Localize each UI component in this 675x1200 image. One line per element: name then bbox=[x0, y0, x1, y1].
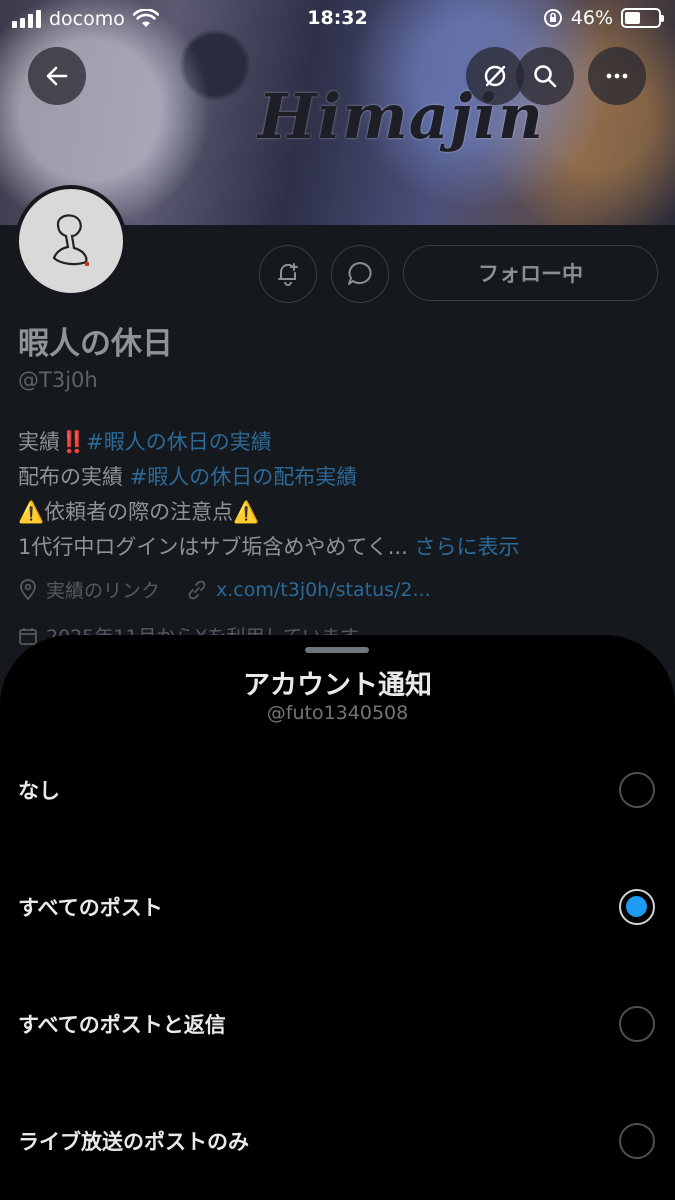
bio-line1-text: 実績 bbox=[18, 430, 60, 454]
battery-percent: 46% bbox=[570, 7, 613, 29]
sheet-title: アカウント通知 bbox=[243, 670, 432, 701]
sheet-grabber[interactable] bbox=[305, 647, 369, 653]
show-more-link[interactable]: さらに表示 bbox=[414, 535, 519, 559]
option-live-posts-only[interactable]: ライブ放送のポストのみ bbox=[0, 1083, 675, 1199]
option-label: ライブ放送のポストのみ bbox=[18, 1130, 249, 1154]
battery-icon bbox=[621, 8, 664, 28]
bio-line2-text: 配布の実績 bbox=[18, 465, 130, 489]
more-icon bbox=[606, 73, 628, 79]
link-icon bbox=[188, 580, 206, 599]
option-label: なし bbox=[18, 779, 60, 803]
double-exclamation-icon: ‼️ bbox=[60, 430, 87, 454]
bio-line3-text: 依頼者の際の注意点 bbox=[44, 500, 234, 524]
more-button[interactable] bbox=[588, 47, 646, 105]
option-label: すべてのポストと返信 bbox=[18, 1013, 226, 1037]
avatar-character-icon bbox=[52, 214, 89, 266]
radio-button[interactable] bbox=[619, 1006, 655, 1042]
warning-icon: ⚠️ bbox=[18, 500, 45, 524]
location-pin-icon bbox=[20, 578, 36, 600]
bio-hashtag-achievements[interactable]: #暇人の休日の実績 bbox=[86, 430, 272, 454]
profile-name: 暇人の休日 bbox=[18, 326, 173, 362]
sheet-subtitle: @futo1340508 bbox=[266, 702, 409, 724]
search-icon bbox=[534, 65, 557, 88]
profile-bio: 実績‼️#暇人の休日の実績 配布の実績 #暇人の休日の配布実績 ⚠️依頼者の際の… bbox=[18, 425, 519, 565]
grok-icon bbox=[484, 65, 506, 87]
calendar-icon bbox=[19, 627, 37, 645]
search-button[interactable] bbox=[516, 47, 574, 105]
bio-hashtag-distribution[interactable]: #暇人の休日の配布実績 bbox=[130, 465, 358, 489]
back-button[interactable] bbox=[28, 47, 86, 105]
message-button[interactable] bbox=[331, 245, 389, 303]
option-all-posts-and-replies[interactable]: すべてのポストと返信 bbox=[0, 966, 675, 1082]
avatar[interactable] bbox=[15, 185, 127, 297]
profile-handle: @T3j0h bbox=[18, 368, 98, 392]
following-button[interactable]: フォロー中 bbox=[403, 245, 658, 301]
account-notifications-sheet: アカウント通知 @futo1340508 なし すべてのポスト すべてのポストと… bbox=[0, 635, 675, 1200]
radio-button[interactable] bbox=[619, 1123, 655, 1159]
option-none[interactable]: なし bbox=[0, 732, 675, 848]
radio-button[interactable] bbox=[619, 772, 655, 808]
profile-location: 実績のリンク bbox=[46, 580, 161, 602]
chat-bubble-icon bbox=[348, 262, 372, 285]
warning-icon: ⚠️ bbox=[233, 500, 260, 524]
option-label: すべてのポスト bbox=[18, 896, 163, 920]
status-bar: docomo 18:32 46% bbox=[0, 0, 675, 38]
back-arrow-icon bbox=[46, 66, 68, 86]
profile-meta: 実績のリンク x.com/t3j0h/status/2... bbox=[18, 576, 431, 603]
bio-line4-text: 1代行中ログインはサブ垢含めやめてく... bbox=[18, 535, 408, 559]
bell-settings-icon bbox=[278, 263, 298, 286]
orientation-lock-icon bbox=[543, 9, 562, 27]
notification-bell-button[interactable] bbox=[259, 245, 317, 303]
battery-level bbox=[625, 12, 640, 24]
radio-button[interactable] bbox=[619, 889, 655, 925]
profile-link[interactable]: x.com/t3j0h/status/2... bbox=[216, 579, 431, 601]
option-all-posts[interactable]: すべてのポスト bbox=[0, 849, 675, 965]
